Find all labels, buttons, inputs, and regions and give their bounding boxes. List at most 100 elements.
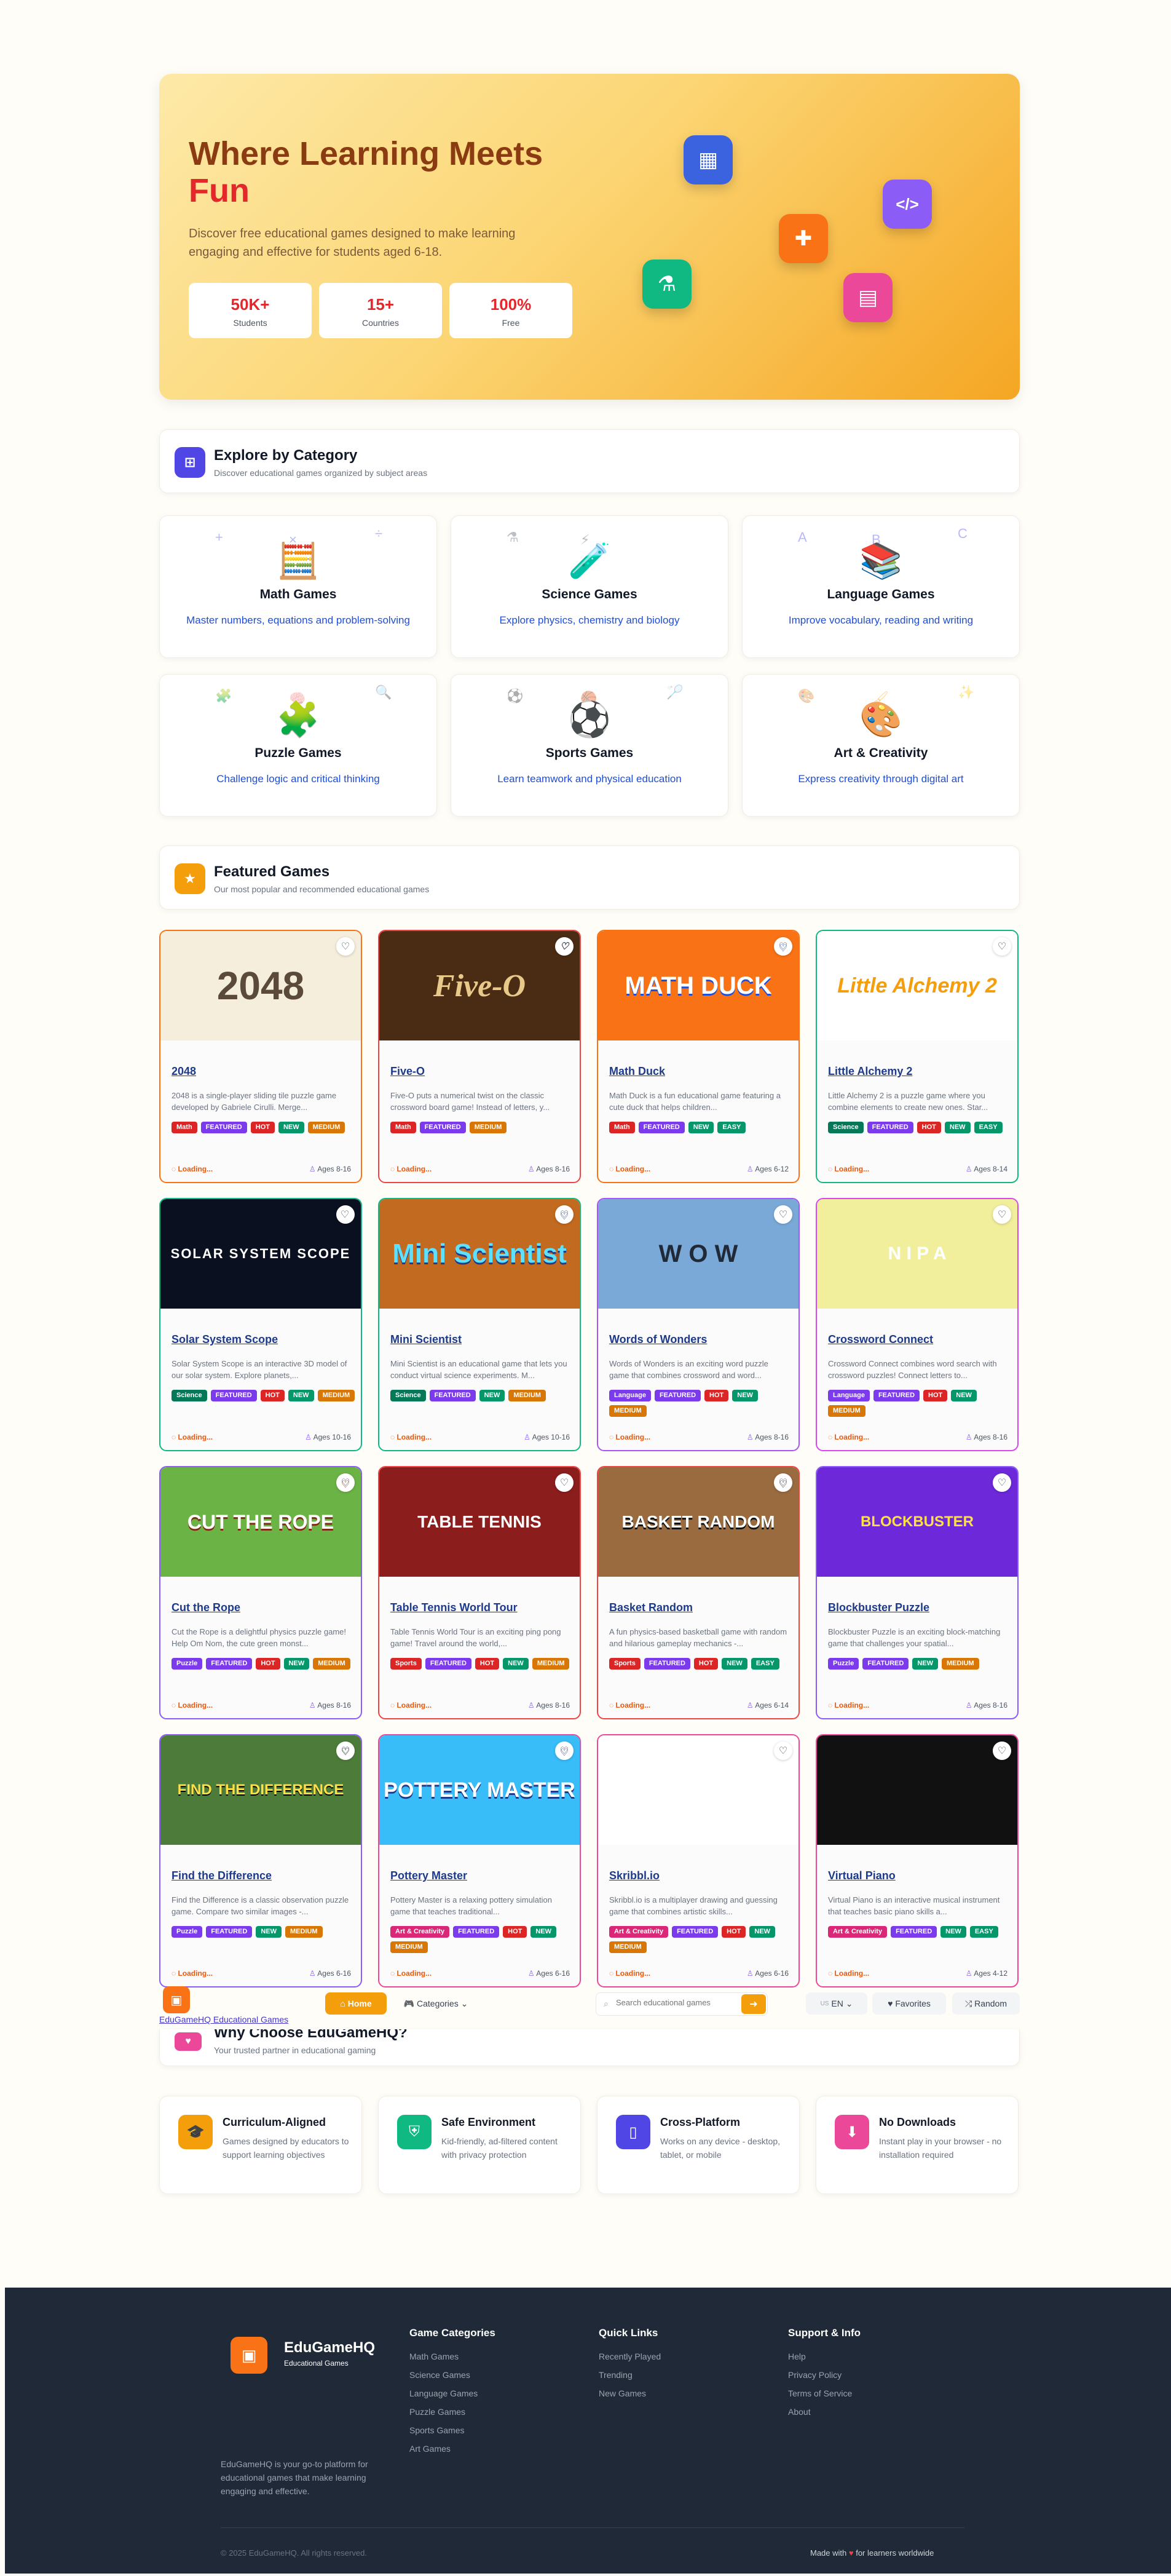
category-card-science-games[interactable]: ⚗ ⚡ 🧪 Science Games Explore physics, che…	[451, 515, 728, 658]
footer-link[interactable]: Language Games	[409, 2388, 495, 2398]
game-card[interactable]: BLOCKBUSTER ♡ Blockbuster Puzzle Blockbu…	[816, 1466, 1019, 1719]
favorite-heart-icon[interactable]: ♡	[555, 1742, 574, 1760]
game-title[interactable]: Five-O	[390, 1065, 425, 1078]
favorite-heart-icon[interactable]: ♡	[774, 1473, 792, 1492]
footer-link[interactable]: New Games	[599, 2388, 661, 2398]
category-card-sports-games[interactable]: ⚽ 🏀 🏸 ⚽ Sports Games Learn teamwork and …	[451, 674, 728, 817]
home-button[interactable]: ⌂ Home	[325, 1992, 387, 2015]
game-title[interactable]: Blockbuster Puzzle	[828, 1601, 929, 1614]
game-tag: EASY	[969, 1926, 998, 1938]
favorite-heart-icon[interactable]: ♡	[336, 1205, 355, 1224]
game-title[interactable]: Words of Wonders	[609, 1333, 707, 1346]
game-thumbnail[interactable]: ♡	[598, 1735, 798, 1845]
footer-link[interactable]: Art Games	[409, 2444, 495, 2454]
footer-link[interactable]: Sports Games	[409, 2425, 495, 2435]
favorite-heart-icon[interactable]: ♡	[774, 1205, 792, 1224]
favorite-heart-icon[interactable]: ♡	[774, 937, 792, 956]
game-description: 2048 is a single-player sliding tile puz…	[172, 1091, 337, 1112]
favorite-heart-icon[interactable]: ♡	[555, 1473, 574, 1492]
footer-link[interactable]: Math Games	[409, 2352, 495, 2361]
game-title[interactable]: Solar System Scope	[172, 1333, 278, 1346]
categories-dropdown[interactable]: 🎮 Categories ⌄	[393, 1992, 479, 2015]
random-button[interactable]: ⤮ Random	[952, 1992, 1020, 2015]
game-title[interactable]: Pottery Master	[390, 1869, 467, 1882]
game-thumbnail[interactable]: N I P A ♡	[817, 1199, 1017, 1309]
game-card[interactable]: FIND THE DIFFERENCE ♡ Find the Differenc…	[159, 1734, 362, 1987]
game-thumbnail[interactable]: 2048 ♡	[160, 931, 361, 1040]
game-card[interactable]: POTTERY MASTER ♡ Pottery Master Pottery …	[378, 1734, 581, 1987]
search-input[interactable]	[616, 1998, 733, 2007]
logo-text[interactable]: EduGameHQ Educational Games	[159, 2015, 288, 2024]
footer-link[interactable]: About	[788, 2407, 861, 2417]
footer-link[interactable]: Science Games	[409, 2370, 495, 2380]
game-thumbnail[interactable]: SOLAR SYSTEM SCOPE ♡	[160, 1199, 361, 1309]
favorite-heart-icon[interactable]: ♡	[993, 937, 1011, 956]
game-title[interactable]: Little Alchemy 2	[828, 1065, 912, 1078]
logo-icon[interactable]: ▣	[163, 1986, 190, 2013]
game-card[interactable]: CUT THE ROPE ♡ Cut the Rope Cut the Rope…	[159, 1466, 362, 1719]
category-card-art-creativity[interactable]: 🎨 🖌 ✨ 🎨 Art & Creativity Express creativ…	[742, 674, 1020, 817]
game-card[interactable]: MATH DUCK ♡ Math Duck Math Duck is a fun…	[597, 930, 800, 1183]
categories-title: Explore by Category	[214, 447, 358, 464]
game-thumbnail[interactable]: MATH DUCK ♡	[598, 931, 798, 1040]
favorite-heart-icon[interactable]: ♡	[555, 937, 574, 956]
footer-link[interactable]: Puzzle Games	[409, 2407, 495, 2417]
game-tag: NEW	[479, 1390, 505, 1401]
game-tag: NEW	[688, 1122, 714, 1133]
category-card-math-games[interactable]: + × ÷ 🧮 Math Games Master numbers, equat…	[159, 515, 437, 658]
footer-link[interactable]: Recently Played	[599, 2352, 661, 2361]
footer: ▣ EduGameHQ Educational Games EduGameHQ …	[5, 2288, 1171, 2574]
game-thumbnail[interactable]: ♡	[817, 1735, 1017, 1845]
game-title[interactable]: Crossword Connect	[828, 1333, 933, 1346]
game-card[interactable]: Five-O ♡ Five-O Five-O puts a numerical …	[378, 930, 581, 1183]
favorites-button[interactable]: ♥ Favorites	[872, 1992, 946, 2015]
favorite-heart-icon[interactable]: ♡	[993, 1473, 1011, 1492]
footer-link[interactable]: Terms of Service	[788, 2388, 861, 2398]
game-thumbnail[interactable]: POTTERY MASTER ♡	[379, 1735, 580, 1845]
game-thumbnail[interactable]: Little Alchemy 2 ♡	[817, 931, 1017, 1040]
game-title[interactable]: Math Duck	[609, 1065, 665, 1078]
game-card[interactable]: 2048 ♡ 2048 2048 is a single-player slid…	[159, 930, 362, 1183]
favorite-heart-icon[interactable]: ♡	[555, 1205, 574, 1224]
footer-link[interactable]: Privacy Policy	[788, 2370, 861, 2380]
game-title[interactable]: Mini Scientist	[390, 1333, 462, 1346]
game-title[interactable]: Table Tennis World Tour	[390, 1601, 518, 1614]
search-submit-button[interactable]: ➜	[741, 1994, 766, 2014]
game-card[interactable]: W O W ♡ Words of Wonders Words of Wonder…	[597, 1198, 800, 1451]
game-thumbnail[interactable]: W O W ♡	[598, 1199, 798, 1309]
favorite-heart-icon[interactable]: ♡	[774, 1742, 792, 1760]
game-thumbnail[interactable]: Five-O ♡	[379, 931, 580, 1040]
game-thumbnail[interactable]: BLOCKBUSTER ♡	[817, 1467, 1017, 1577]
game-thumbnail[interactable]: BASKET RANDOM ♡	[598, 1467, 798, 1577]
footer-link[interactable]: Trending	[599, 2370, 661, 2380]
game-thumbnail[interactable]: Mini Scientist ♡	[379, 1199, 580, 1309]
game-card[interactable]: ♡ Virtual Piano Virtual Piano is an inte…	[816, 1734, 1019, 1987]
game-card[interactable]: Little Alchemy 2 ♡ Little Alchemy 2 Litt…	[816, 930, 1019, 1183]
category-card-language-games[interactable]: A B C 📚 Language Games Improve vocabular…	[742, 515, 1020, 658]
category-card-puzzle-games[interactable]: 🧩 🧠 🔍 🧩 Puzzle Games Challenge logic and…	[159, 674, 437, 817]
footer-link[interactable]: Help	[788, 2352, 861, 2361]
game-title[interactable]: Find the Difference	[172, 1869, 272, 1882]
favorite-heart-icon[interactable]: ♡	[336, 1473, 355, 1492]
game-card[interactable]: Mini Scientist ♡ Mini Scientist Mini Sci…	[378, 1198, 581, 1451]
language-selector[interactable]: US EN ⌄	[806, 1992, 867, 2015]
game-card[interactable]: SOLAR SYSTEM SCOPE ♡ Solar System Scope …	[159, 1198, 362, 1451]
game-title[interactable]: Skribbl.io	[609, 1869, 660, 1882]
favorite-heart-icon[interactable]: ♡	[336, 1742, 355, 1760]
game-tag: NEW	[530, 1926, 557, 1938]
favorite-heart-icon[interactable]: ♡	[336, 937, 355, 956]
game-title[interactable]: 2048	[172, 1065, 196, 1078]
game-card[interactable]: N I P A ♡ Crossword Connect Crossword Co…	[816, 1198, 1019, 1451]
game-card[interactable]: TABLE TENNIS ♡ Table Tennis World Tour T…	[378, 1466, 581, 1719]
game-card[interactable]: BASKET RANDOM ♡ Basket Random A fun phys…	[597, 1466, 800, 1719]
loading-status: ◌ Loading...	[172, 1969, 213, 1978]
game-title[interactable]: Basket Random	[609, 1601, 693, 1614]
game-title[interactable]: Virtual Piano	[828, 1869, 896, 1882]
favorite-heart-icon[interactable]: ♡	[993, 1205, 1011, 1224]
game-thumbnail[interactable]: CUT THE ROPE ♡	[160, 1467, 361, 1577]
game-thumbnail[interactable]: TABLE TENNIS ♡	[379, 1467, 580, 1577]
game-card[interactable]: ♡ Skribbl.io Skribbl.io is a multiplayer…	[597, 1734, 800, 1987]
game-title[interactable]: Cut the Rope	[172, 1601, 240, 1614]
favorite-heart-icon[interactable]: ♡	[993, 1742, 1011, 1760]
game-thumbnail[interactable]: FIND THE DIFFERENCE ♡	[160, 1735, 361, 1845]
